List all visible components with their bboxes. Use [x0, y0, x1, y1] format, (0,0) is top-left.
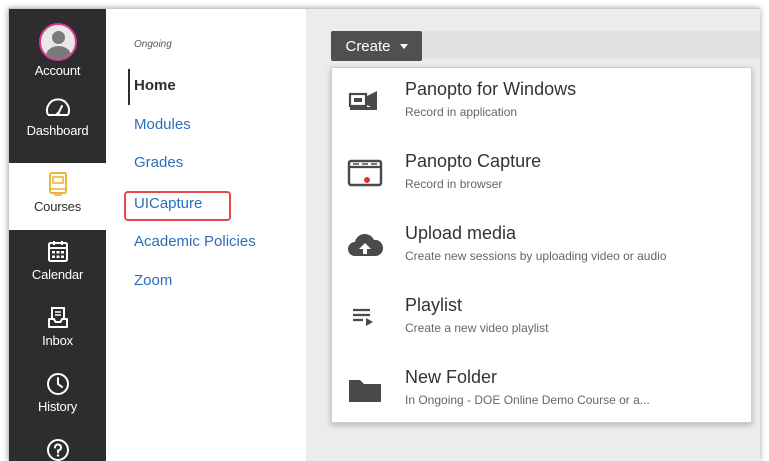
- menu-item-upload-media[interactable]: Upload media Create new sessions by uplo…: [332, 214, 751, 282]
- global-nav-courses[interactable]: Courses: [9, 163, 106, 230]
- global-nav-calendar[interactable]: Calendar: [9, 239, 106, 282]
- global-nav-label: Inbox: [42, 333, 73, 348]
- menu-item-title: Upload media: [405, 223, 517, 243]
- course-nav-zoom[interactable]: Zoom: [134, 272, 172, 289]
- video-camera-icon: [348, 91, 377, 110]
- create-menu: Panopto for Windows Record in applicatio…: [331, 67, 752, 423]
- menu-item-subtitle: Create new sessions by uploading video o…: [405, 249, 667, 263]
- create-button[interactable]: Create: [331, 31, 422, 61]
- avatar-icon: [38, 23, 77, 61]
- menu-item-panopto-capture[interactable]: Panopto Capture Record in browser: [332, 142, 751, 210]
- folder-icon: [349, 380, 381, 402]
- menu-item-subtitle: Create a new video playlist: [405, 321, 549, 335]
- course-nav-modules[interactable]: Modules: [134, 116, 191, 133]
- history-icon: [46, 373, 69, 395]
- inbox-icon: [47, 307, 68, 328]
- dashboard-icon: [45, 98, 70, 116]
- active-indicator: [128, 69, 130, 105]
- global-nav-inbox[interactable]: Inbox: [9, 305, 106, 348]
- menu-item-title: Panopto Capture: [405, 151, 542, 171]
- screenshot-frame: Account Dashboard Courses Calendar Inbox…: [8, 8, 760, 461]
- course-nav: Ongoing Home Modules Grades UICapture Ac…: [106, 9, 306, 461]
- menu-item-title: New Folder: [405, 367, 498, 387]
- term-label: Ongoing: [134, 39, 172, 50]
- course-nav-home[interactable]: Home: [134, 77, 176, 94]
- course-nav-grades[interactable]: Grades: [134, 154, 183, 171]
- cloud-upload-icon: [348, 233, 384, 256]
- menu-item-title: Playlist: [405, 295, 463, 315]
- menu-item-panopto-windows[interactable]: Panopto for Windows Record in applicatio…: [332, 70, 751, 138]
- course-nav-academic-policies[interactable]: Academic Policies: [134, 233, 256, 250]
- content-area: Create Panopto for Windows Record in app…: [306, 9, 760, 461]
- calendar-icon: [47, 241, 68, 262]
- global-nav-label: Calendar: [31, 267, 84, 282]
- global-nav-dashboard[interactable]: Dashboard: [9, 95, 106, 138]
- global-nav-label: Courses: [33, 199, 81, 214]
- help-icon: [46, 439, 69, 461]
- create-button-label: Create: [345, 37, 391, 55]
- global-nav-history[interactable]: History: [9, 371, 106, 414]
- playlist-icon: [353, 308, 373, 326]
- browser-record-icon: [347, 159, 383, 187]
- caret-down-icon: [399, 44, 408, 49]
- courses-icon: [48, 172, 67, 196]
- course-nav-uicapture[interactable]: UICapture: [134, 195, 202, 212]
- menu-item-subtitle: Record in application: [405, 105, 518, 119]
- global-nav-label: Account: [34, 63, 81, 78]
- menu-item-title: Panopto for Windows: [405, 79, 577, 99]
- menu-item-subtitle: Record in browser: [405, 177, 503, 191]
- menu-item-playlist[interactable]: Playlist Create a new video playlist: [332, 286, 751, 354]
- menu-item-subtitle: In Ongoing - DOE Online Demo Course or a…: [405, 393, 650, 407]
- global-nav-help[interactable]: [9, 437, 106, 461]
- global-nav-account[interactable]: Account: [9, 23, 106, 78]
- global-nav-label: History: [37, 399, 78, 414]
- menu-item-new-folder[interactable]: New Folder In Ongoing - DOE Online Demo …: [332, 358, 751, 426]
- global-nav: Account Dashboard Courses Calendar Inbox…: [9, 9, 106, 461]
- global-nav-label: Dashboard: [26, 123, 89, 138]
